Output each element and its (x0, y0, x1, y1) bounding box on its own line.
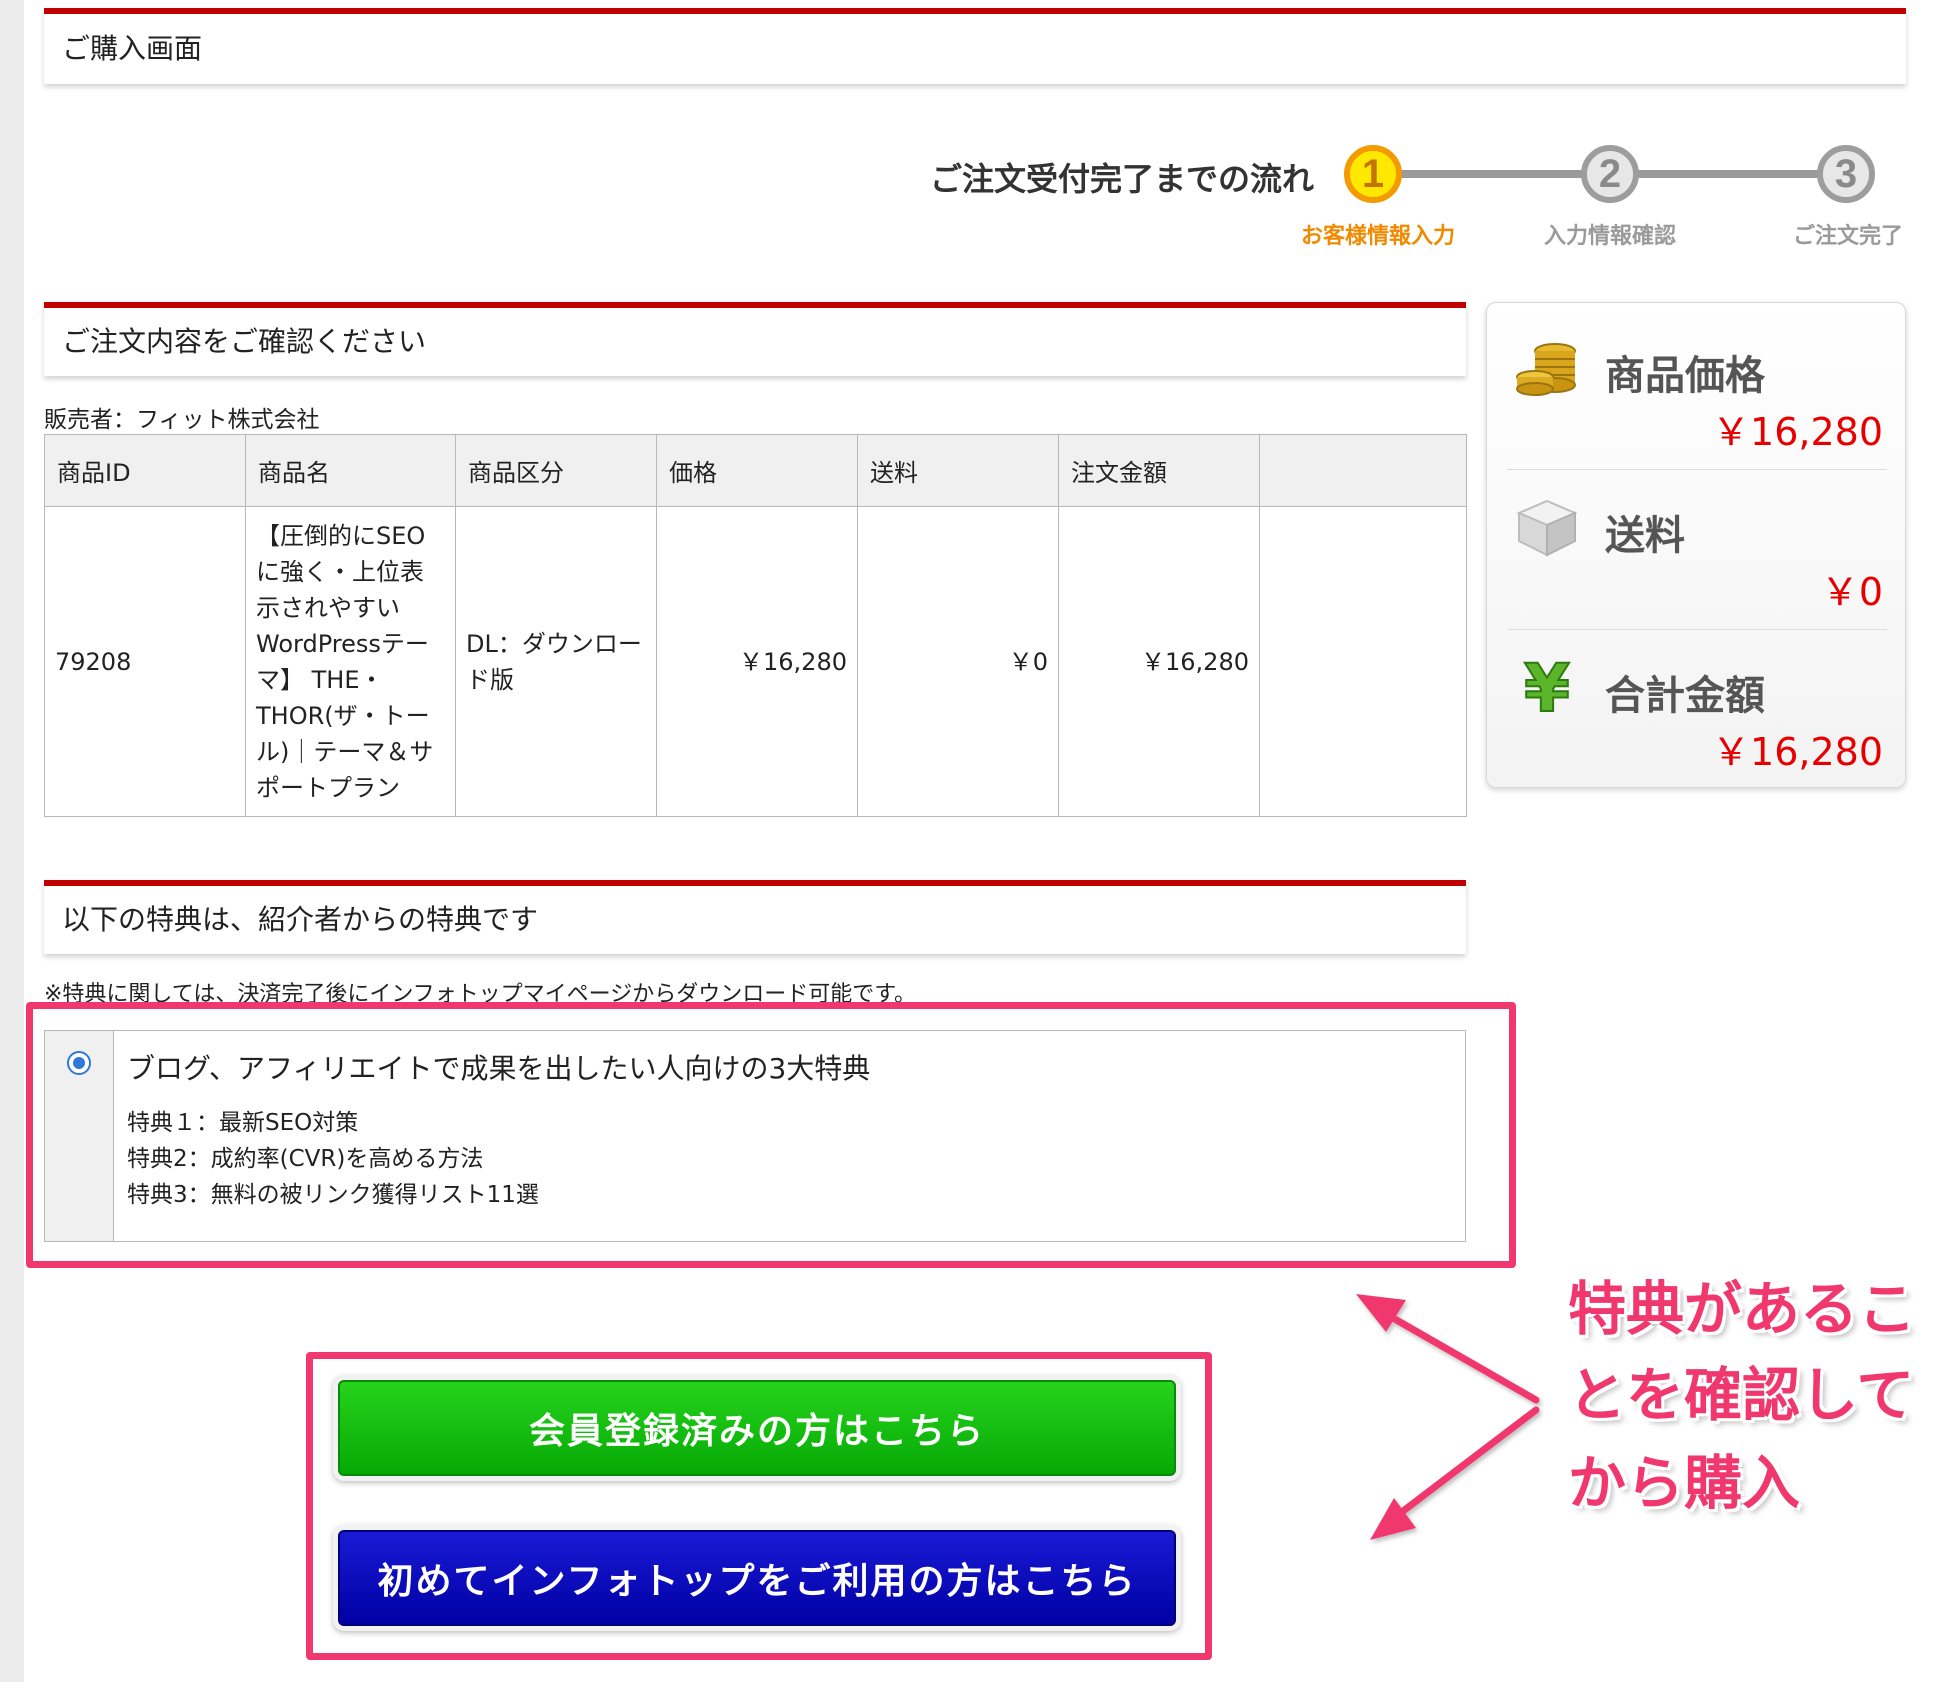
step-1-icon: 1 (1344, 145, 1402, 203)
purchase-screen-title: ご購入画面 (62, 32, 203, 65)
coins-icon (1516, 343, 1576, 396)
annotation-line: とを確認して (1568, 1361, 1915, 1429)
order-table: 商品ID 商品名 商品区分 価格 送料 注文金額 79208 【圧倒的にSEO … (44, 434, 1467, 817)
shipping-cell: ￥0 (857, 506, 1059, 817)
summary-total-value: ￥16,280 (1712, 730, 1883, 774)
annotation-line: から購入 (1568, 1449, 1801, 1517)
summary-divider (1507, 629, 1887, 630)
column-header: 商品区分 (455, 434, 657, 507)
bonus-header: 以下の特典は、紹介者からの特典です (44, 880, 1466, 954)
step-2-label: 入力情報確認 (1543, 224, 1676, 249)
box-icon (1516, 499, 1578, 557)
member-login-button[interactable]: 会員登録済みの方はこちら (338, 1380, 1176, 1476)
table-row: 79208 【圧倒的にSEO に強く・上位表 示されやすい WordPressテ… (44, 506, 1467, 817)
step-2-icon: 2 (1581, 145, 1639, 203)
arrow-up-head-icon (1356, 1294, 1406, 1332)
yen-icon: ¥ (1523, 649, 1571, 721)
first-time-register-button[interactable]: 初めてインフォトップをご利用の方はこちら (338, 1530, 1176, 1626)
column-header: 価格 (656, 434, 858, 507)
product-name-line: 示されやすい (256, 593, 400, 622)
summary-shipping-value: ￥0 (1820, 570, 1883, 614)
order-total-cell: ￥16,280 (1058, 506, 1260, 817)
order-flow-label: ご注文受付完了までの流れ (930, 160, 1315, 198)
step-1-label: お客様情報入力 (1300, 224, 1455, 249)
summary-shipping-label: 送料 (1605, 513, 1685, 559)
step-3-label: ご注文完了 (1792, 224, 1903, 249)
product-name-line: ル)｜テーマ＆サ (256, 737, 434, 766)
product-category-cell: DL：ダウンロー ド版 (455, 506, 657, 817)
column-header (1259, 434, 1467, 507)
product-id-cell: 79208 (44, 506, 246, 817)
product-category-line: DL：ダウンロー (466, 629, 642, 658)
step-3-icon: 3 (1817, 145, 1875, 203)
bonus-highlight-box (26, 1002, 1516, 1268)
order-content-header: ご注文内容をご確認ください (44, 302, 1466, 376)
summary-price-label: 商品価格 (1605, 353, 1765, 399)
flow-connector (1400, 170, 1600, 178)
product-name-line: マ】 THE・ (256, 665, 384, 694)
price-cell: ￥16,280 (656, 506, 858, 817)
svg-text:¥: ¥ (1524, 650, 1570, 721)
bonus-header-title: 以下の特典は、紹介者からの特典です (62, 903, 539, 936)
empty-cell (1259, 506, 1467, 817)
product-name-line: THOR(ザ・トー (256, 701, 430, 730)
column-header: 送料 (857, 434, 1059, 507)
column-header: 商品ID (44, 434, 246, 507)
summary-divider (1507, 469, 1887, 470)
summary-price-value: ￥16,280 (1712, 410, 1883, 454)
table-header-row: 商品ID 商品名 商品区分 価格 送料 注文金額 (44, 434, 1467, 507)
seller-label: 販売者：フィット株式会社 (44, 407, 320, 433)
column-header: 商品名 (245, 434, 456, 507)
arrow-up-icon (1368, 1302, 1540, 1404)
product-name-line: 【圧倒的にSEO (256, 521, 426, 550)
summary-total-label: 合計金額 (1605, 673, 1765, 719)
product-name-cell: 【圧倒的にSEO に強く・上位表 示されやすい WordPressテー マ】 T… (245, 506, 456, 817)
column-header: 注文金額 (1058, 434, 1260, 507)
arrow-down-icon (1382, 1406, 1540, 1528)
price-summary-box: 商品価格 ￥16,280 送料 ￥0 ¥ 合計金額 ￥16,280 (1486, 302, 1906, 788)
annotation-line: 特典があるこ (1568, 1275, 1917, 1343)
product-category-line: ド版 (466, 665, 514, 694)
product-name-line: WordPressテー (256, 629, 429, 658)
annotation-arrows (1356, 1294, 1540, 1540)
flow-connector (1630, 170, 1840, 178)
purchase-screen-header: ご購入画面 (44, 8, 1906, 84)
page-left-gutter (0, 0, 24, 1682)
product-name-line: ポートプラン (256, 773, 400, 802)
order-content-title: ご注文内容をご確認ください (62, 325, 427, 358)
product-name-line: に強く・上位表 (256, 557, 424, 586)
